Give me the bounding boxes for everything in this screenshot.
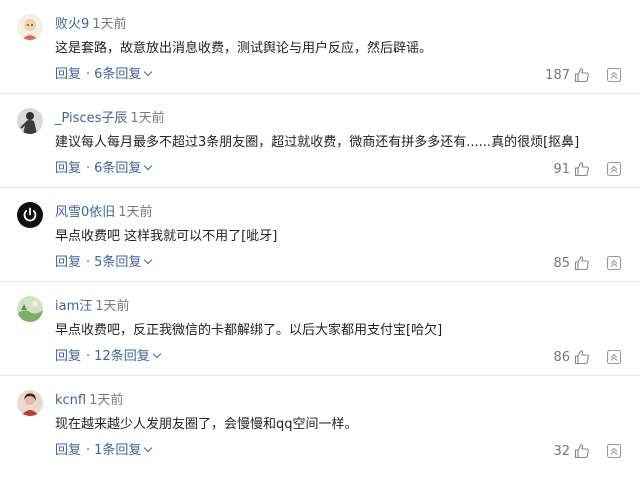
comment-header: 败火9 1天前 [55, 15, 127, 35]
landscape-avatar-icon[interactable] [17, 296, 43, 322]
comment-item: _Pisces子辰 1天前 建议每人每月最多不超过3条朋友圈，超过就收费，微商还有… [0, 94, 640, 188]
username-link[interactable]: 风雪0依旧 [55, 205, 115, 220]
chevron-down-icon [152, 349, 161, 359]
more-options-icon[interactable] [606, 255, 622, 271]
replies-count-label: 6条回复 [94, 161, 142, 176]
comment-text: 建议每人每月最多不超过3条朋友圈，超过就收费，微商还有拼多多还有......真的… [55, 135, 580, 150]
thumbs-up-icon[interactable] [574, 443, 590, 459]
username-link[interactable]: _Pisces子辰 [55, 111, 127, 126]
power-avatar-icon[interactable] [17, 202, 43, 228]
figure-avatar-icon[interactable] [17, 108, 43, 134]
replies-count-label: 5条回复 [94, 255, 142, 270]
comment-text: 这是套路，故意放出消息收费，测试舆论与用户反应，然后辟谣。 [55, 41, 433, 56]
comment-actions: 回复 · 1条回复 [55, 441, 153, 461]
comment-text: 早点收费吧，反正我微信的卡都解绑了。以后大家都用支付宝[哈欠] [55, 323, 443, 338]
comment-header: iam汪 1天前 [55, 297, 130, 317]
comment-actions: 回复 · 5条回复 [55, 253, 153, 273]
replies-count-label: 6条回复 [94, 67, 142, 82]
replies-count-label: 12条回复 [94, 349, 150, 364]
like-control: 86 [553, 347, 590, 367]
thumbs-up-icon[interactable] [574, 349, 590, 365]
timestamp: 1天前 [92, 17, 127, 32]
replies-count-label: 1条回复 [94, 443, 142, 458]
chevron-down-icon [144, 161, 153, 171]
username-link[interactable]: 败火9 [55, 17, 89, 32]
username-link[interactable]: kcnfl [55, 393, 86, 408]
username-link[interactable]: iam汪 [55, 299, 92, 314]
like-control: 91 [553, 159, 590, 179]
comment-list: 败火9 1天前 这是套路，故意放出消息收费，测试舆论与用户反应，然后辟谣。 回复 ·… [0, 0, 640, 477]
comment-item: 风雪0依旧 1天前 早点收费吧 这样我就可以不用了[呲牙] 回复 · 5条回复 85 [0, 188, 640, 282]
like-count: 86 [553, 349, 570, 365]
view-replies-button[interactable]: 5条回复 [94, 255, 153, 270]
comment-item: 败火9 1天前 这是套路，故意放出消息收费，测试舆论与用户反应，然后辟谣。 回复 ·… [0, 0, 640, 94]
like-count: 91 [553, 161, 570, 177]
reply-button[interactable]: 回复 [55, 349, 81, 364]
separator-dot: · [86, 161, 91, 176]
view-replies-button[interactable]: 6条回复 [94, 161, 153, 176]
separator-dot: · [86, 255, 91, 270]
comment-text: 现在越来越少人发朋友圈了，会慢慢和qq空间一样。 [55, 417, 358, 432]
comment-item: iam汪 1天前 早点收费吧，反正我微信的卡都解绑了。以后大家都用支付宝[哈欠] … [0, 282, 640, 376]
timestamp: 1天前 [130, 111, 165, 126]
timestamp: 1天前 [95, 299, 130, 314]
view-replies-button[interactable]: 1条回复 [94, 443, 153, 458]
comment-actions: 回复 · 12条回复 [55, 347, 161, 367]
like-count: 32 [553, 443, 570, 459]
like-count: 85 [553, 255, 570, 271]
timestamp: 1天前 [89, 393, 124, 408]
more-options-icon[interactable] [606, 443, 622, 459]
person-avatar-icon[interactable] [17, 390, 43, 416]
comment-item: kcnfl 1天前 现在越来越少人发朋友圈了，会慢慢和qq空间一样。 回复 · 1条回… [0, 376, 640, 470]
like-control: 85 [553, 253, 590, 273]
view-replies-button[interactable]: 6条回复 [94, 67, 153, 82]
reply-button[interactable]: 回复 [55, 67, 81, 82]
timestamp: 1天前 [118, 205, 153, 220]
more-options-icon[interactable] [606, 67, 622, 83]
reply-button[interactable]: 回复 [55, 255, 81, 270]
comment-header: kcnfl 1天前 [55, 391, 123, 411]
separator-dot: · [86, 349, 91, 364]
reply-button[interactable]: 回复 [55, 443, 81, 458]
reply-button[interactable]: 回复 [55, 161, 81, 176]
more-options-icon[interactable] [606, 161, 622, 177]
thumbs-up-icon[interactable] [574, 67, 590, 83]
comment-header: _Pisces子辰 1天前 [55, 109, 165, 129]
more-options-icon[interactable] [606, 349, 622, 365]
comment-actions: 回复 · 6条回复 [55, 65, 153, 85]
chevron-down-icon [144, 255, 153, 265]
like-count: 187 [545, 67, 570, 83]
like-control: 187 [545, 65, 590, 85]
chevron-down-icon [144, 443, 153, 453]
thumbs-up-icon[interactable] [574, 161, 590, 177]
comment-actions: 回复 · 6条回复 [55, 159, 153, 179]
chevron-down-icon [144, 67, 153, 77]
cartoon-avatar-icon[interactable] [17, 14, 43, 40]
view-replies-button[interactable]: 12条回复 [94, 349, 161, 364]
separator-dot: · [86, 443, 91, 458]
comment-text: 早点收费吧 这样我就可以不用了[呲牙] [55, 229, 278, 244]
separator-dot: · [86, 67, 91, 82]
thumbs-up-icon[interactable] [574, 255, 590, 271]
like-control: 32 [553, 441, 590, 461]
comment-header: 风雪0依旧 1天前 [55, 203, 153, 223]
